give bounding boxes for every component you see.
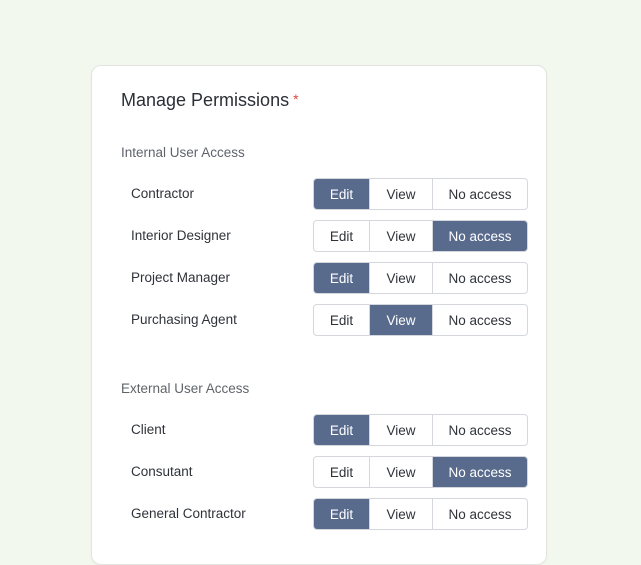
no-access-option[interactable]: No access <box>433 221 527 251</box>
role-label: General Contractor <box>131 506 246 521</box>
no-access-option[interactable]: No access <box>433 457 527 487</box>
view-option[interactable]: View <box>370 263 433 293</box>
edit-option[interactable]: Edit <box>314 263 370 293</box>
permission-row: Contractor Edit View No access <box>121 178 529 210</box>
required-marker: * <box>293 91 299 107</box>
edit-option[interactable]: Edit <box>314 415 370 445</box>
role-label: Consutant <box>131 464 193 479</box>
access-selector: Edit View No access <box>313 262 528 294</box>
edit-option[interactable]: Edit <box>314 179 370 209</box>
view-option[interactable]: View <box>370 305 433 335</box>
no-access-option[interactable]: No access <box>433 499 527 529</box>
no-access-option[interactable]: No access <box>433 415 527 445</box>
edit-option[interactable]: Edit <box>314 457 370 487</box>
permission-row: Interior Designer Edit View No access <box>121 220 529 252</box>
access-selector: Edit View No access <box>313 220 528 252</box>
edit-option[interactable]: Edit <box>314 499 370 529</box>
no-access-option[interactable]: No access <box>433 263 527 293</box>
permissions-card: Manage Permissions * Internal User Access… <box>91 65 547 565</box>
view-option[interactable]: View <box>370 221 433 251</box>
edit-option[interactable]: Edit <box>314 305 370 335</box>
section-label-internal: Internal User Access <box>121 145 245 160</box>
view-option[interactable]: View <box>370 457 433 487</box>
card-title: Manage Permissions * <box>121 90 299 111</box>
view-option[interactable]: View <box>370 415 433 445</box>
role-label: Project Manager <box>131 270 231 285</box>
access-selector: Edit View No access <box>313 304 528 336</box>
edit-option[interactable]: Edit <box>314 221 370 251</box>
role-label: Contractor <box>131 186 195 201</box>
access-selector: Edit View No access <box>313 498 528 530</box>
access-selector: Edit View No access <box>313 456 528 488</box>
view-option[interactable]: View <box>370 499 433 529</box>
permission-row: Consutant Edit View No access <box>121 456 529 488</box>
no-access-option[interactable]: No access <box>433 305 527 335</box>
permission-row: General Contractor Edit View No access <box>121 498 529 530</box>
role-label: Purchasing Agent <box>131 312 237 327</box>
access-selector: Edit View No access <box>313 178 528 210</box>
access-selector: Edit View No access <box>313 414 528 446</box>
permission-row: Client Edit View No access <box>121 414 529 446</box>
card-title-text: Manage Permissions <box>121 90 290 110</box>
no-access-option[interactable]: No access <box>433 179 527 209</box>
view-option[interactable]: View <box>370 179 433 209</box>
permission-row: Project Manager Edit View No access <box>121 262 529 294</box>
role-label: Interior Designer <box>131 228 231 243</box>
role-label: Client <box>131 422 166 437</box>
permission-row: Purchasing Agent Edit View No access <box>121 304 529 336</box>
section-label-external: External User Access <box>121 381 250 396</box>
